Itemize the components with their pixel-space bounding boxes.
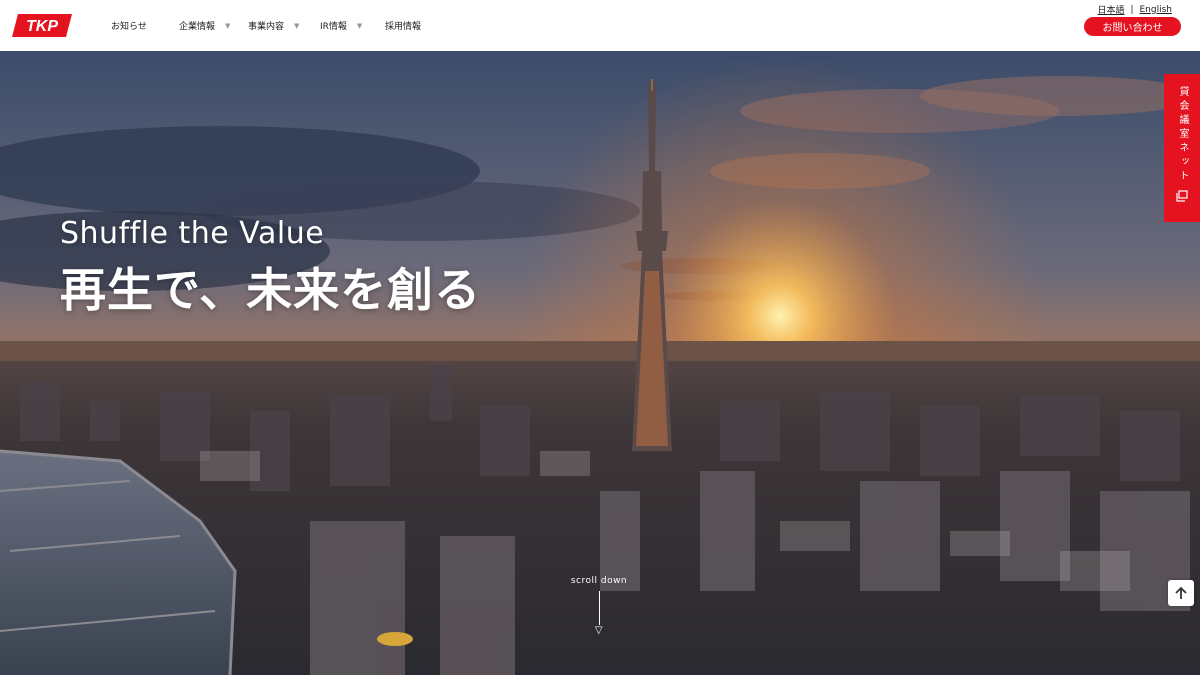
external-window-icon — [1176, 190, 1188, 202]
hero-tagline-jp: 再生で、未来を創る — [60, 263, 482, 317]
language-switcher: 日本語 | English — [1097, 3, 1173, 17]
chevron-down-icon: ▼ — [294, 21, 300, 30]
side-tab-label: 貸会議室ネット — [1177, 86, 1188, 184]
site-header: TKP お知らせ 企業情報 ▼ 事業内容 ▼ IR情報 ▼ 採用情報 日本語 |… — [0, 0, 1200, 51]
svg-text:TKP: TKP — [26, 18, 58, 35]
nav-item-recruit[interactable]: 採用情報 — [385, 19, 421, 32]
contact-button[interactable]: お問い合わせ — [1084, 17, 1181, 36]
chevron-down-icon: ▼ — [356, 21, 363, 30]
nav-label: 企業情報 — [179, 22, 216, 32]
nav-label: IR情報 — [320, 22, 347, 32]
scroll-line — [598, 591, 600, 625]
lang-ja-link[interactable]: 日本語 — [1097, 3, 1124, 16]
chevron-down-icon: ▼ — [225, 21, 231, 30]
tkp-logo[interactable]: TKP — [12, 12, 74, 39]
hero-section: Shuffle the Value 再生で、未来を創る scroll down … — [0, 51, 1200, 675]
nav-item-business[interactable]: 事業内容 ▼ — [248, 19, 320, 33]
back-to-top-button[interactable] — [1168, 580, 1194, 606]
lang-separator: | — [1130, 4, 1134, 15]
nav-label: 事業内容 — [248, 22, 285, 32]
main-nav: お知らせ 企業情報 ▼ 事業内容 ▼ IR情報 ▼ 採用情報 — [111, 0, 421, 51]
nav-item-company[interactable]: 企業情報 ▼ — [179, 19, 248, 33]
arrow-up-icon — [1175, 586, 1187, 599]
triangle-down-icon: ▽ — [594, 625, 604, 636]
nav-label: お知らせ — [111, 22, 147, 32]
scroll-down-indicator[interactable]: scroll down ▽ — [570, 576, 628, 636]
hero-tagline-en: Shuffle the Value — [60, 216, 325, 251]
nav-item-ir[interactable]: IR情報 ▼ — [320, 19, 385, 33]
nav-label: 採用情報 — [385, 22, 422, 32]
nav-item-news[interactable]: お知らせ — [111, 19, 179, 32]
meeting-room-net-tab[interactable]: 貸会議室ネット — [1164, 74, 1200, 222]
scroll-down-label: scroll down — [570, 576, 628, 586]
lang-en-link[interactable]: English — [1140, 5, 1173, 15]
